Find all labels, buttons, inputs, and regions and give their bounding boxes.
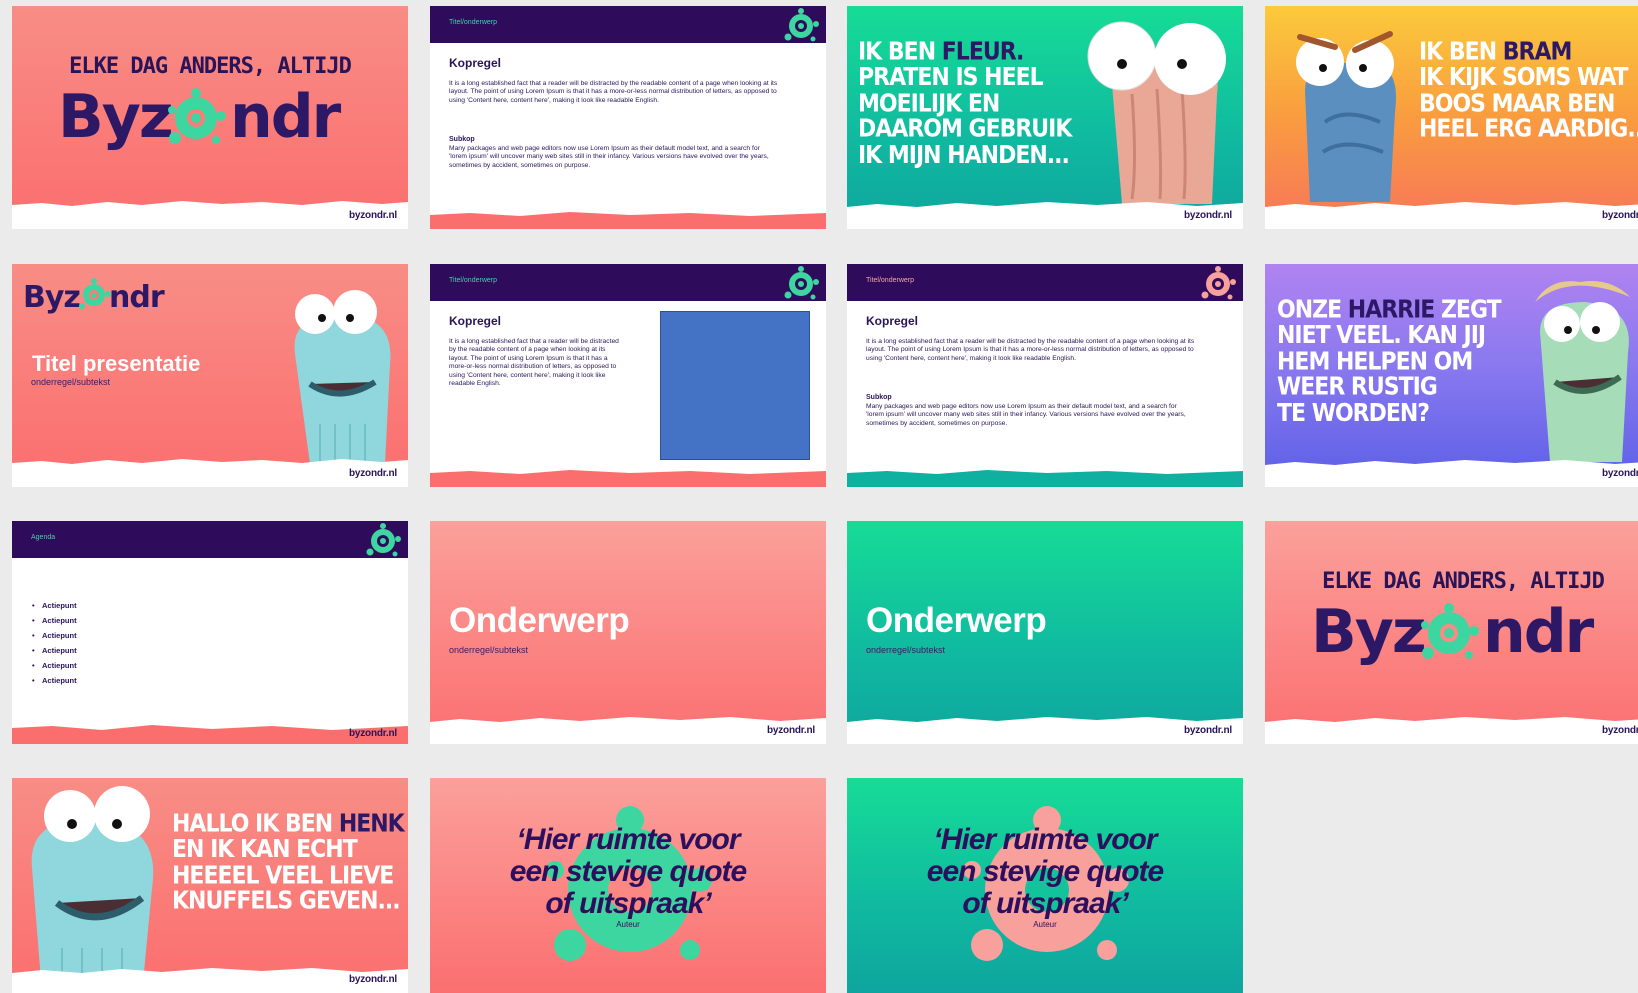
character-headline: IK BEN FLEUR. PRATEN IS HEEL MOEILIJK EN… [858,37,1072,170]
presentation-subtitle: onderregel/subtekst [31,377,111,387]
footer-url: byzondr.nl [348,728,397,739]
section-title: Onderwerp [866,601,1047,640]
heading: Kopregel [449,56,502,70]
teal-footer-band [847,470,1243,487]
top-bar: Agenda [12,521,408,558]
slide-thumbnail-7[interactable]: Titel/onderwerp Kopregel It is a long es… [847,264,1243,487]
logo-right: ndr [230,82,341,152]
slide-thumbnail-2[interactable]: Titel/onderwerp Kopregel It is a long es… [430,6,826,229]
section-title: Onderwerp [449,601,630,640]
character-headline: ONZE HARRIE ZEGT NIET VEEL. KAN JIJ HEM … [1277,295,1502,428]
slide-thumbnail-14[interactable]: ‘Hier ruimte voor een stevige quote of u… [430,778,826,993]
presentation-title: Titel presentatie [32,351,201,376]
logo-virus-icon [1421,603,1479,659]
virus-icon [1201,266,1236,300]
slide-thumbnail-15[interactable]: ‘Hier ruimte voor een stevige quote of u… [847,778,1243,993]
tagline: ELKE DAG ANDERS, ALTIJD [69,54,352,79]
virus-icon [784,266,819,300]
quote-author: Auteur [616,920,640,929]
virus-icon [366,523,401,557]
subheading: Subkop [866,394,892,401]
top-bar: Titel/onderwerp [430,264,826,301]
character-headline: HALLO IK BEN HENK EN IK KAN ECHT HEEEEL … [172,809,405,916]
top-bar: Titel/onderwerp [847,264,1243,301]
slide-thumbnail-4[interactable]: IK BEN BRAM IK KIJK SOMS WAT BOOS MAAR B… [1265,6,1638,229]
slide-thumbnail-10[interactable]: Onderwerp onderregel/subtekst byzondr.nl [430,521,826,744]
agenda-list: • Actiepunt • Actiepunt • Actiepunt • Actiep… [32,601,77,691]
section-subtitle: onderregel/subtekst [866,645,946,655]
logo-left: Byz [1311,597,1427,667]
bar-label: Titel/onderwerp [449,19,497,26]
coral-footer-band [430,212,826,229]
slide-thumbnail-11[interactable]: Onderwerp onderregel/subtekst byzondr.nl [847,521,1243,744]
agenda-item: • Actiepunt [32,631,77,640]
puppet-bram-image [1296,31,1396,202]
logo-right: ndr [1483,597,1594,667]
virus-icon [784,8,819,42]
slide-thumbnail-1[interactable]: ELKE DAG ANDERS, ALTIJD Byz ndr byzondr.… [12,6,408,229]
agenda-item: • Actiepunt [32,661,77,670]
logo-virus-icon [168,88,226,144]
slide-thumbnail-13[interactable]: HALLO IK BEN HENK EN IK KAN ECHT HEEEEL … [12,778,408,993]
footer-url: byzondr.nl [1601,725,1638,736]
logo-left: Byz [58,82,174,152]
bar-label: Agenda [31,534,56,541]
agenda-item: • Actiepunt [32,676,77,685]
agenda-item: • Actiepunt [32,646,77,655]
torn-paper-edge [1265,460,1638,487]
slide-thumbnail-12[interactable]: ELKE DAG ANDERS, ALTIJD Byz ndr byzondr.… [1265,521,1638,744]
footer-url: byzondr.nl [766,725,815,736]
torn-paper-edge [1265,717,1638,744]
body-text: It is a long established fact that a rea… [449,80,778,104]
tagline: ELKE DAG ANDERS, ALTIJD [1322,569,1605,594]
slide-thumbnail-6[interactable]: Titel/onderwerp Kopregel It is a long es… [430,264,826,487]
heading: Kopregel [449,314,502,328]
slide-thumbnail-5[interactable]: Byz ndr Titel presentatie onderregel/sub… [12,264,408,487]
section-subtitle: onderregel/subtekst [449,645,529,655]
agenda-item: • Actiepunt [32,616,77,625]
puppet-henk-image [294,290,391,464]
slide-thumbnail-3[interactable]: IK BEN FLEUR. PRATEN IS HEEL MOEILIJK EN… [847,6,1243,229]
body-text: It is a long established fact that a rea… [866,338,1195,362]
sub-body-text: Many packages and web page editors now u… [449,145,769,169]
slide-thumbnail-9[interactable]: Agenda • Actiepunt • Actiepunt • Actiepunt … [12,521,408,744]
puppet-fleur-image [1087,21,1226,204]
footer-url: byzondr.nl [348,468,397,479]
footer-url: byzondr.nl [1601,210,1638,221]
torn-paper-edge [1265,202,1638,229]
logo-virus-icon [79,278,111,309]
footer-url: byzondr.nl [1183,210,1232,221]
image-placeholder[interactable] [660,311,810,460]
quote-text: ‘Hier ruimte voor een stevige quote of u… [926,823,1164,920]
agenda-item: • Actiepunt [32,601,77,610]
top-bar: Titel/onderwerp [430,6,826,43]
logo-left: Byz [23,280,81,315]
logo-right: ndr [109,280,165,315]
quote-author: Auteur [1033,920,1057,929]
slide-thumbnail-8[interactable]: ONZE HARRIE ZEGT NIET VEEL. KAN JIJ HEM … [1265,264,1638,487]
sub-body-text: Many packages and web page editors now u… [866,403,1186,427]
subheading: Subkop [449,136,475,143]
footer-url: byzondr.nl [348,974,397,985]
footer-url: byzondr.nl [1601,468,1638,479]
quote-text: ‘Hier ruimte voor een stevige quote of u… [509,823,747,920]
bar-label: Titel/onderwerp [866,277,914,284]
bar-label: Titel/onderwerp [449,277,497,284]
body-text: It is a long established fact that a rea… [449,338,619,387]
coral-footer-band [430,470,826,487]
character-headline: IK BEN BRAM IK KIJK SOMS WAT BOOS MAAR B… [1419,37,1638,144]
heading: Kopregel [866,314,919,328]
footer-url: byzondr.nl [1183,725,1232,736]
footer-url: byzondr.nl [348,210,397,221]
puppet-harrie-image [1535,281,1630,462]
